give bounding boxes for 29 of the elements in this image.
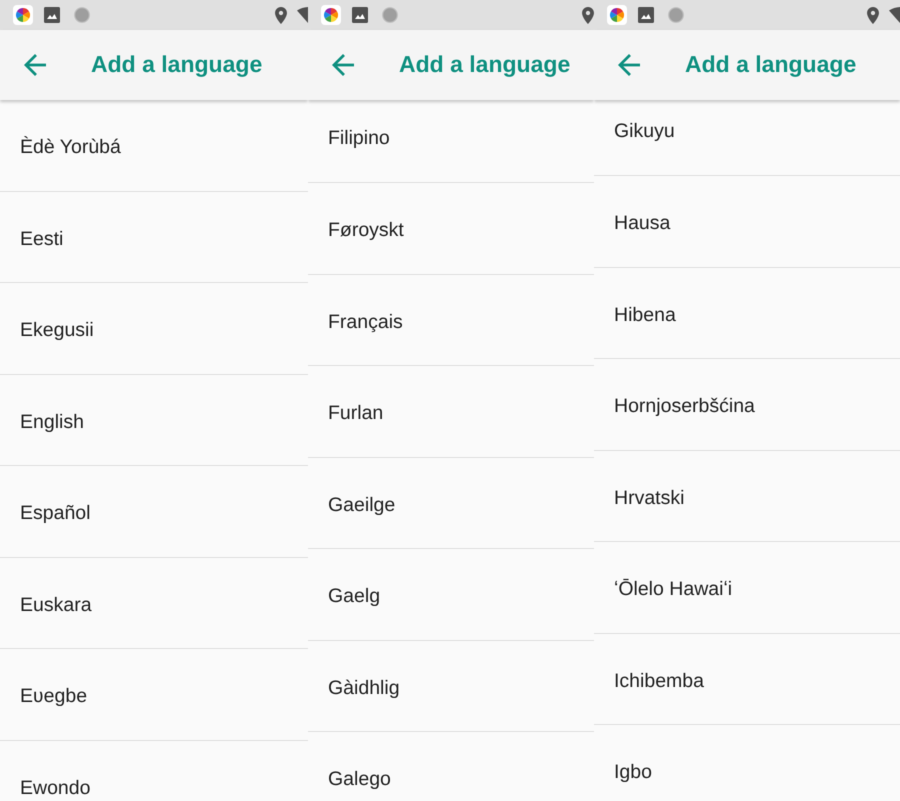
image-icon <box>352 7 368 23</box>
language-item[interactable]: Hrvatski <box>594 450 900 542</box>
language-item[interactable]: Euskara <box>0 558 308 649</box>
language-item[interactable]: Gàidhlig <box>308 640 594 732</box>
location-pin-icon <box>275 6 287 24</box>
color-wheel-icon <box>607 5 627 25</box>
image-icon <box>44 7 60 23</box>
wifi-icon <box>889 7 900 23</box>
color-wheel-icon <box>321 5 341 25</box>
language-item[interactable]: Hibena <box>594 268 900 359</box>
arrow-left-icon <box>332 54 354 76</box>
arrow-left-icon <box>618 54 640 76</box>
page-title: Add a language <box>399 51 570 79</box>
language-item[interactable]: Français <box>308 274 594 366</box>
language-item[interactable]: Ichibemba <box>594 634 900 725</box>
circle-icon <box>382 7 398 23</box>
arrow-left-icon <box>24 54 46 76</box>
location-pin-icon <box>582 6 594 24</box>
location-pin-icon <box>867 6 879 24</box>
circle-icon <box>668 7 684 23</box>
wifi-icon <box>297 7 308 23</box>
image-icon <box>638 7 654 23</box>
color-wheel-icon <box>13 5 33 25</box>
language-item[interactable]: English <box>0 374 308 466</box>
language-item[interactable]: Eesti <box>0 192 308 283</box>
page-title: Add a language <box>91 51 262 79</box>
circle-icon <box>74 7 90 23</box>
language-item[interactable]: Gaeilge <box>308 458 594 549</box>
page-title: Add a language <box>685 51 856 79</box>
